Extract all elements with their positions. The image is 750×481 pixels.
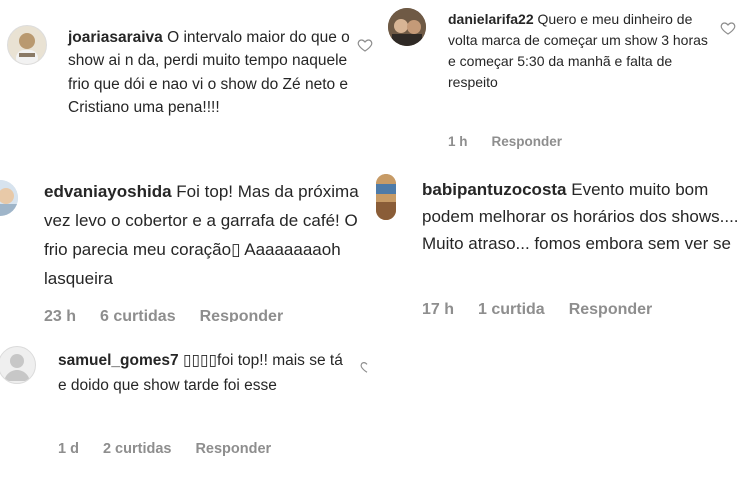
comment-body: babipantuzocosta Evento muito bom podem … xyxy=(422,176,742,257)
avatar[interactable] xyxy=(0,180,18,216)
username[interactable]: samuel_gomes7 xyxy=(58,352,179,369)
likes-count[interactable]: 6 curtidas xyxy=(100,308,176,322)
comment-time: 23 h xyxy=(44,308,77,322)
comment-meta: 1 d 2 curtidas Responder xyxy=(58,441,295,457)
comment-edvaniayoshida: edvaniayoshida Foi top! Mas da próxima v… xyxy=(0,160,390,322)
username[interactable]: edvaniayoshida xyxy=(44,182,172,201)
reply-button[interactable]: Responder xyxy=(195,441,271,457)
avatar[interactable] xyxy=(376,174,396,220)
comment-meta: 23 h 6 curtidas Responder xyxy=(44,308,307,322)
heart-icon[interactable] xyxy=(357,37,373,53)
comment-danielarifa22: danielarifa22 Quero e meu dinheiro de vo… xyxy=(380,0,750,160)
reply-button[interactable]: Responder xyxy=(200,308,284,322)
comment-time: 1 d xyxy=(58,441,79,457)
comment-meta: 17 h 1 curtida Responder xyxy=(422,301,676,319)
heart-icon[interactable] xyxy=(720,20,736,36)
comment-meta: 1 h Responder xyxy=(448,134,586,149)
username[interactable]: babipantuzocosta xyxy=(422,180,567,199)
comment-time: 1 h xyxy=(448,134,468,149)
comment-joariasaraiva: joariasaraiva O intervalo maior do que o… xyxy=(0,0,380,150)
avatar[interactable] xyxy=(0,346,36,384)
avatar[interactable] xyxy=(7,25,47,65)
avatar[interactable] xyxy=(388,8,426,46)
reply-button[interactable]: Responder xyxy=(569,301,653,318)
username[interactable]: danielarifa22 xyxy=(448,11,534,27)
likes-count[interactable]: 1 curtida xyxy=(478,301,545,318)
likes-count[interactable]: 2 curtidas xyxy=(103,441,172,457)
comment-samuel-gomes7: samuel_gomes7 ▯▯▯▯foi top!! mais se tá e… xyxy=(0,330,400,481)
username[interactable]: joariasaraiva xyxy=(68,29,163,46)
comment-body: edvaniayoshida Foi top! Mas da próxima v… xyxy=(44,177,369,293)
comment-babipantuzocosta: babipantuzocosta Evento muito bom podem … xyxy=(370,160,750,330)
comment-body: samuel_gomes7 ▯▯▯▯foi top!! mais se tá e… xyxy=(58,348,348,398)
comment-body: joariasaraiva O intervalo maior do que o… xyxy=(68,26,358,119)
comment-body: danielarifa22 Quero e meu dinheiro de vo… xyxy=(448,9,718,93)
heart-icon[interactable] xyxy=(360,360,374,374)
comment-time: 17 h xyxy=(422,301,455,318)
reply-button[interactable]: Responder xyxy=(492,134,563,149)
